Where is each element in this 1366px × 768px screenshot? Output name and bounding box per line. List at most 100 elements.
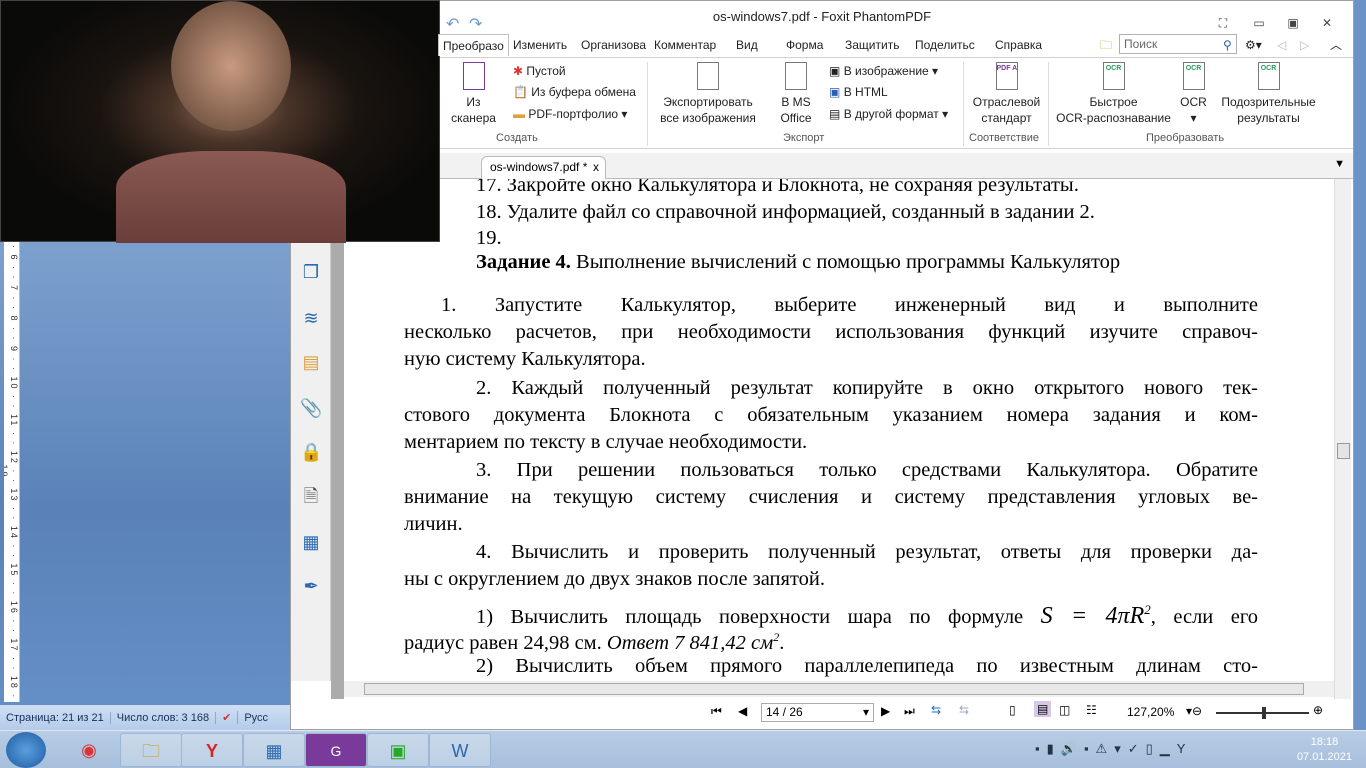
- image-export-icon: [697, 62, 719, 90]
- doc-line: радиус равен 24,98 см. Ответ 7 841,42 см…: [404, 630, 785, 654]
- last-page-icon[interactable]: ⏭: [904, 704, 915, 719]
- task-heading: Задание 4. Выполнение вычислений с помощ…: [476, 251, 1121, 273]
- clock[interactable]: 18:18 07.01.2021: [1297, 735, 1352, 765]
- vertical-ruler: · 6 · · 7 · · 8 · · 9 · · 10 · · 11 · · …: [4, 242, 20, 702]
- doc-line: несколько расчетов, при необходимости ис…: [404, 321, 1258, 343]
- group-create: Создать: [496, 132, 538, 144]
- next-view-icon[interactable]: ⇆: [959, 703, 969, 717]
- horizontal-scrollbar[interactable]: [344, 681, 1334, 697]
- office-icon: [785, 62, 807, 90]
- single-page-icon[interactable]: ▯: [1009, 703, 1016, 717]
- doc-line: 4. Вычислить и проверить полученный резу…: [476, 541, 1258, 563]
- tab-share[interactable]: Поделитьс: [911, 34, 983, 56]
- ribbon: Из сканера ✱ Пустой 📋 Из буфера обмена ▬…: [291, 57, 1353, 149]
- tab-protect[interactable]: Защитить: [841, 34, 903, 56]
- hscroll-thumb[interactable]: [364, 683, 1304, 695]
- document-info-icon[interactable]: 🗎: [300, 485, 322, 507]
- window-title: os-windows7.pdf - Foxit PhantomPDF: [712, 9, 932, 24]
- to-other-format-button[interactable]: ▤ В другой формат ▾: [829, 107, 948, 121]
- prev-page-icon[interactable]: ◀: [738, 704, 747, 718]
- word-icon[interactable]: W: [429, 733, 491, 767]
- layers-icon[interactable]: ≋: [300, 307, 322, 329]
- first-page-icon[interactable]: ⏮: [711, 704, 722, 719]
- foxit-window: ↶ ↷ os-windows7.pdf - Foxit PhantomPDF ⛶…: [290, 0, 1354, 730]
- search-icon[interactable]: ⚲: [1219, 34, 1236, 56]
- industry-standard-button[interactable]: PDF A Отраслевой стандарт: [969, 62, 1044, 126]
- tab-edit[interactable]: Изменить: [509, 34, 571, 56]
- close-tab-icon[interactable]: x: [593, 160, 599, 174]
- zoom-slider[interactable]: [1216, 707, 1309, 719]
- find-folder-icon[interactable]: 🗀: [1096, 34, 1116, 56]
- form-fields-icon[interactable]: ▦: [300, 531, 322, 553]
- portfolio-icon: ▬: [513, 107, 525, 121]
- zoom-out-icon[interactable]: ▾⊖: [1186, 704, 1202, 718]
- ribbon-tabs: Преобразо Изменить Организова Комментар …: [291, 34, 1353, 56]
- lock-icon[interactable]: 🔒: [300, 441, 322, 463]
- pages-icon[interactable]: ❐: [300, 261, 322, 283]
- doc-line: стового документа Блокнота с обязательны…: [404, 404, 1258, 426]
- page-number-input[interactable]: 14 / 26 ▾: [761, 703, 874, 722]
- continuous-facing-icon[interactable]: ☷: [1086, 703, 1097, 717]
- control-panel-icon[interactable]: ▦: [243, 733, 305, 767]
- start-button[interactable]: [6, 732, 46, 768]
- collapse-ribbon-icon[interactable]: ︿: [1326, 34, 1346, 56]
- forward-icon[interactable]: ▷: [1296, 34, 1313, 56]
- tab-view[interactable]: Вид: [732, 34, 762, 56]
- gear-icon[interactable]: ⚙▾: [1241, 34, 1266, 56]
- to-image-button[interactable]: ▣ В изображение ▾: [829, 64, 938, 78]
- doc-line: внимание на текущую систему счисления и …: [404, 486, 1258, 508]
- language[interactable]: Русс: [238, 712, 274, 724]
- image-icon: ▣: [829, 64, 841, 78]
- page-count[interactable]: Страница: 21 из 21: [0, 711, 111, 724]
- tab-help[interactable]: Справка: [991, 34, 1046, 56]
- scanner-icon: [462, 62, 485, 90]
- doc-line: 2. Каждый полученный результат копируйте…: [476, 377, 1258, 399]
- chrome-icon[interactable]: ◉: [58, 733, 120, 767]
- facing-icon[interactable]: ◫: [1059, 703, 1070, 717]
- next-page-icon[interactable]: ▶: [881, 704, 890, 718]
- vertical-scrollbar[interactable]: [1334, 179, 1351, 699]
- tab-list-icon[interactable]: ▼: [1334, 158, 1345, 170]
- zoom-level[interactable]: 127,20%: [1127, 705, 1174, 719]
- prev-view-icon[interactable]: ⇆: [931, 703, 941, 717]
- to-html-button[interactable]: ▣ В HTML: [829, 85, 888, 99]
- tab-form[interactable]: Форма: [782, 34, 827, 56]
- signatures-icon[interactable]: ✒: [300, 575, 322, 597]
- panel-splitter[interactable]: [331, 179, 344, 699]
- to-ms-office-button[interactable]: В MS Office: [771, 62, 821, 126]
- tab-convert[interactable]: Преобразо: [438, 34, 509, 56]
- tab-organize[interactable]: Организова: [577, 34, 649, 56]
- export-all-images-button[interactable]: Экспортировать все изображения: [653, 62, 763, 126]
- comments-icon[interactable]: ▤: [300, 351, 322, 373]
- zoom-in-icon[interactable]: ⊕: [1313, 703, 1323, 717]
- group-export: Экспорт: [783, 132, 825, 144]
- tab-comment[interactable]: Комментар: [650, 34, 725, 56]
- ocr-icon: OCR: [1182, 62, 1205, 90]
- taskbar: ◉ 🗀 Y ▦ G ▣ W ▪▮🔊▪⚠▾✓▯▁Y 18:18 07.01.2021: [0, 730, 1366, 768]
- doc-tab[interactable]: os-windows7.pdf * x: [481, 156, 606, 179]
- foxit-pdf-icon[interactable]: G: [305, 733, 367, 767]
- back-icon[interactable]: ◁: [1273, 34, 1290, 56]
- formula: S = 4πR2: [1040, 602, 1151, 629]
- pdf-portfolio-button[interactable]: ▬ PDF-портфолио ▾: [513, 107, 627, 121]
- quick-ocr-button[interactable]: OCR Быстрое OCR-распознавание: [1056, 62, 1171, 126]
- explorer-icon[interactable]: 🗀: [120, 733, 182, 767]
- document-tabs: os-windows7.pdf * x ▼: [291, 153, 1353, 179]
- system-tray-icons[interactable]: ▪▮🔊▪⚠▾✓▯▁Y: [1035, 741, 1192, 757]
- ocr-button[interactable]: OCR OCR ▾: [1176, 62, 1211, 126]
- continuous-page-icon[interactable]: ▤: [1034, 701, 1052, 717]
- word-status-bar: Страница: 21 из 21 Число слов: 3 168 ✔ Р…: [0, 705, 292, 730]
- task-manager-icon[interactable]: ▣: [367, 733, 429, 767]
- from-scanner-button[interactable]: Из сканера: [451, 62, 496, 126]
- scroll-thumb[interactable]: [1337, 443, 1350, 459]
- attachments-icon[interactable]: 📎: [300, 397, 322, 419]
- spellcheck-icon[interactable]: ✔: [216, 711, 239, 724]
- word-count[interactable]: Число слов: 3 168: [111, 711, 217, 724]
- from-clipboard-button[interactable]: 📋 Из буфера обмена: [513, 85, 636, 99]
- blank-button[interactable]: ✱ Пустой: [513, 64, 566, 78]
- ocr-lightning-icon: OCR: [1102, 62, 1125, 90]
- ocr-suspicious-icon: OCR: [1257, 62, 1280, 90]
- yandex-icon[interactable]: Y: [181, 733, 243, 767]
- suspicious-results-button[interactable]: OCR Подозрительные результаты: [1216, 62, 1321, 126]
- blank-icon: ✱: [513, 64, 524, 78]
